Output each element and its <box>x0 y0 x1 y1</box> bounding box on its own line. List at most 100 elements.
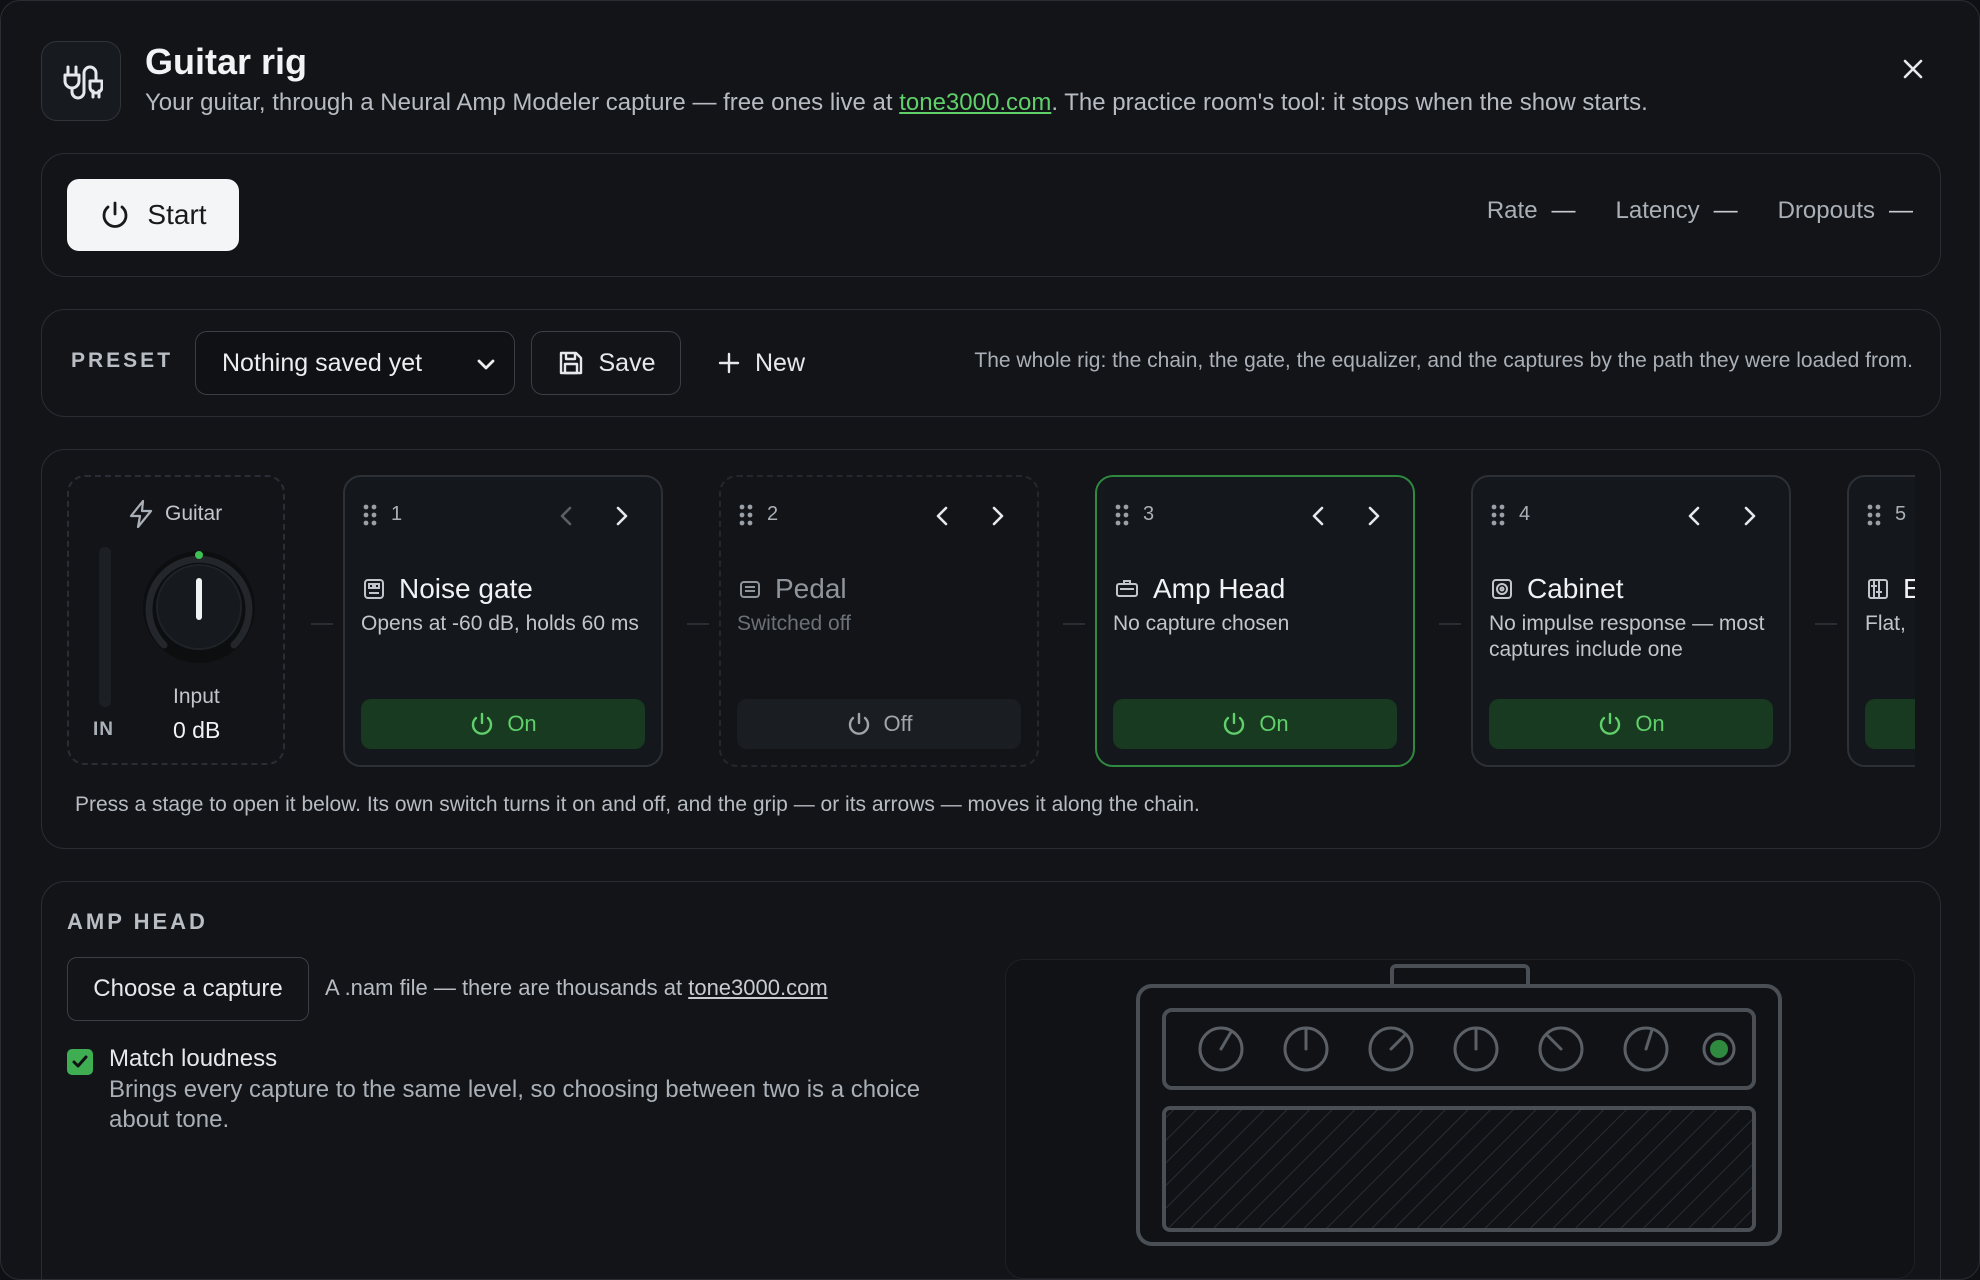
guitar-rig-dialog: Guitar rig Your guitar, through a Neural… <box>0 0 1980 1280</box>
chevron-left-icon <box>936 506 948 526</box>
move-left-button[interactable] <box>1305 503 1331 529</box>
move-right-button[interactable] <box>1737 503 1763 529</box>
move-right-button[interactable] <box>985 503 1011 529</box>
checkmark-icon <box>72 1055 88 1068</box>
choose-capture-label: Choose a capture <box>93 975 283 1002</box>
stage-toggle-label: On <box>1635 711 1665 736</box>
stage-toggle[interactable]: On <box>1489 699 1773 749</box>
stat-label: Latency <box>1615 197 1700 224</box>
stage-name-label: Noise gate <box>399 573 533 604</box>
stage-number: 4 <box>1491 503 1530 526</box>
chevron-left-icon <box>560 506 572 526</box>
chain-connector <box>1063 623 1085 625</box>
dialog-title: Guitar rig <box>145 41 308 82</box>
stage-number: 1 <box>363 503 402 526</box>
move-left-button[interactable] <box>553 503 579 529</box>
plug-icon <box>41 41 121 121</box>
preset-selected-value: Nothing saved yet <box>222 348 423 377</box>
equalizer-icon <box>1868 579 1888 599</box>
match-loudness-description: Brings every capture to the same level, … <box>109 1076 921 1133</box>
chain-connector <box>687 623 709 625</box>
grip-icon[interactable] <box>1491 504 1505 526</box>
input-knob-label: Input <box>173 685 220 708</box>
input-level-meter <box>99 547 111 707</box>
chevron-left-icon <box>1688 506 1700 526</box>
input-gain-knob[interactable] <box>139 547 259 667</box>
stage-description: No impulse response — most captures incl… <box>1489 612 1765 661</box>
stage-name: E <box>1867 573 1915 605</box>
pedal-icon <box>740 581 760 598</box>
stage-toggle-label: Off <box>883 711 913 736</box>
noise-gate-icon <box>364 579 384 599</box>
grip-icon[interactable] <box>739 504 753 526</box>
input-meter-label: IN <box>93 719 114 740</box>
input-source-label: Guitar <box>165 502 223 525</box>
power-icon <box>848 712 869 735</box>
stat-latency: Latency — <box>1616 197 1738 225</box>
stage-description: Switched off <box>737 612 852 635</box>
stage-name-label: Amp Head <box>1153 573 1286 604</box>
stat-value: — <box>1551 197 1576 224</box>
new-preset-button[interactable]: New <box>717 331 805 395</box>
stage-toggle[interactable] <box>1865 699 1915 749</box>
chevron-right-icon <box>1744 506 1756 526</box>
cabinet-icon <box>1492 579 1512 599</box>
move-right-button[interactable] <box>609 503 635 529</box>
stage-number-label: 1 <box>391 503 403 525</box>
close-icon <box>1903 59 1923 79</box>
stage-toggle[interactable]: Off <box>737 699 1021 749</box>
amp-illustration <box>1005 959 1915 1279</box>
preset-description: The whole rig: the chain, the gate, the … <box>974 349 1913 372</box>
stat-rate: Rate — <box>1487 197 1576 225</box>
chevron-right-icon <box>616 506 628 526</box>
stage-toggle[interactable]: On <box>1113 699 1397 749</box>
chain-help-text: Press a stage to open it below. Its own … <box>75 793 1200 816</box>
chain-connector <box>311 623 333 625</box>
tone3000-link[interactable]: tone3000.com <box>899 89 1051 116</box>
stat-value: — <box>1713 197 1738 224</box>
grip-icon[interactable] <box>1115 504 1129 526</box>
stage-noise-gate[interactable]: 1 Noise gate Opens at -60 dB, holds 60 m… <box>343 475 663 767</box>
chain-connector <box>1815 623 1837 625</box>
power-icon <box>472 712 493 735</box>
stage-name-label: E <box>1903 573 1915 605</box>
stage-cabinet[interactable]: 4 Cabinet No impulse response — most cap… <box>1471 475 1791 767</box>
stat-label: Rate <box>1486 197 1538 224</box>
stage-number-label: 5 <box>1895 503 1907 525</box>
stage-equalizer[interactable]: 5 E Flat, <box>1847 475 1915 767</box>
match-loudness-checkbox[interactable] <box>67 1049 93 1075</box>
choose-capture-button[interactable]: Choose a capture <box>67 957 309 1021</box>
power-icon <box>1224 712 1245 735</box>
input-source: Guitar <box>127 499 222 529</box>
grip-icon[interactable] <box>1867 504 1881 526</box>
plus-icon <box>718 352 740 374</box>
save-preset-button[interactable]: Save <box>531 331 681 395</box>
move-left-button[interactable] <box>1681 503 1707 529</box>
stage-pedal[interactable]: 2 Pedal Switched off Off <box>719 475 1039 767</box>
stage-name: Amp Head <box>1115 573 1285 605</box>
chevron-right-icon <box>992 506 1004 526</box>
start-label: Start <box>147 199 207 230</box>
input-card: Guitar IN Input 0 dB <box>67 475 285 765</box>
stage-name-label: Pedal <box>775 573 847 604</box>
section-title: AMP HEAD <box>67 909 208 934</box>
preset-select[interactable]: Nothing saved yet <box>195 331 515 395</box>
stage-amp-head[interactable]: 3 Amp Head No capture chosen On <box>1095 475 1415 767</box>
move-right-button[interactable] <box>1361 503 1387 529</box>
move-left-button[interactable] <box>929 503 955 529</box>
tone3000-link[interactable]: tone3000.com <box>688 975 827 1000</box>
stage-description: Flat, <box>1865 612 1906 635</box>
input-knob-value: 0 dB <box>173 717 221 743</box>
close-button[interactable] <box>1895 51 1931 87</box>
chevron-left-icon <box>1312 506 1324 526</box>
chain-connector <box>1439 623 1461 625</box>
stage-description: No capture chosen <box>1113 612 1290 635</box>
stat-value: — <box>1889 197 1913 224</box>
stage-description: Opens at -60 dB, holds 60 ms <box>361 612 639 635</box>
grip-icon[interactable] <box>363 504 377 526</box>
power-icon <box>1600 712 1621 735</box>
start-button[interactable]: Start <box>67 179 239 251</box>
stage-toggle[interactable]: On <box>361 699 645 749</box>
stage-number-label: 4 <box>1519 503 1531 525</box>
signal-chain: Guitar IN Input 0 dB 1 Noise gate Opens … <box>67 475 1915 771</box>
